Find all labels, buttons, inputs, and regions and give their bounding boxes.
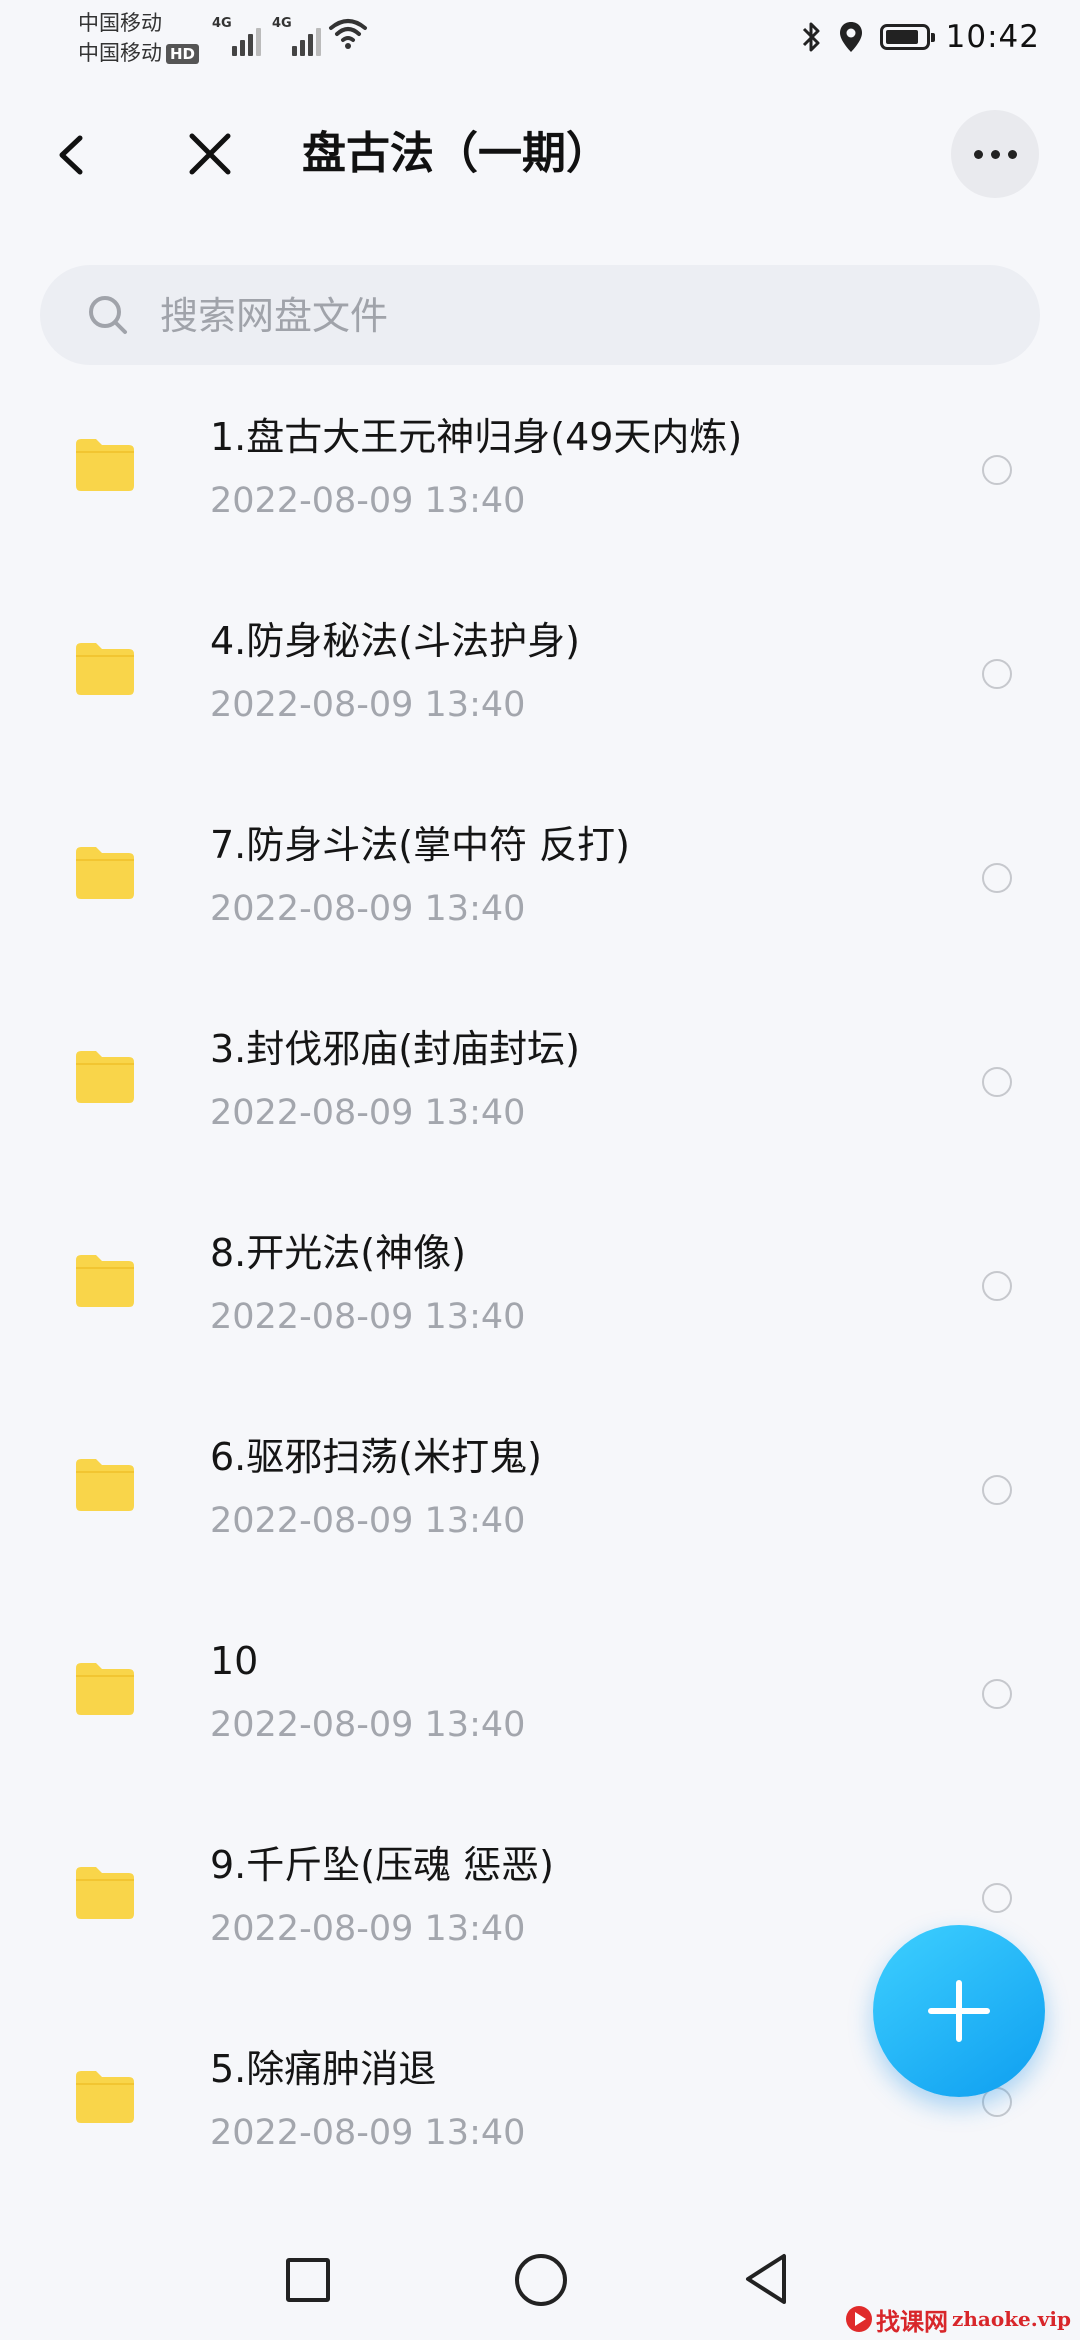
file-date: 2022-08-09 13:40 — [210, 685, 526, 725]
folder-icon — [76, 1867, 134, 1919]
watermark: 找课网 zhaoke.vip — [846, 2302, 1071, 2336]
select-checkbox[interactable] — [982, 1067, 1012, 1097]
page-title: 盘古法（一期） — [302, 128, 610, 179]
folder-icon — [76, 439, 134, 491]
home-button[interactable] — [515, 2254, 567, 2306]
file-name: 5.除痛肿消退 — [210, 2047, 437, 2091]
close-icon[interactable] — [182, 126, 238, 182]
more-dot-icon — [1007, 149, 1017, 159]
file-name: 9.千斤坠(压魂 惩恶) — [210, 1843, 554, 1887]
select-checkbox[interactable] — [982, 1271, 1012, 1301]
select-checkbox[interactable] — [982, 1679, 1012, 1709]
select-checkbox[interactable] — [982, 659, 1012, 689]
file-date: 2022-08-09 13:40 — [210, 889, 526, 929]
back-triangle-icon[interactable] — [742, 2250, 792, 2308]
add-button[interactable] — [873, 1925, 1045, 2097]
search-input[interactable] — [158, 287, 962, 345]
list-item[interactable]: 10 2022-08-09 13:40 — [0, 1586, 1080, 1790]
file-date: 2022-08-09 13:40 — [210, 481, 526, 521]
select-checkbox[interactable] — [982, 455, 1012, 485]
list-item[interactable]: 7.防身斗法(掌中符 反打) 2022-08-09 13:40 — [0, 770, 1080, 974]
file-date: 2022-08-09 13:40 — [210, 1093, 526, 1133]
folder-icon — [76, 1663, 134, 1715]
search-bar[interactable] — [40, 265, 1040, 365]
search-icon — [89, 296, 127, 334]
file-name: 6.驱邪扫荡(米打鬼) — [210, 1435, 542, 1479]
location-icon — [839, 22, 862, 52]
file-name: 7.防身斗法(掌中符 反打) — [210, 823, 630, 867]
signal-icon-2: 4G — [272, 16, 322, 56]
select-checkbox[interactable] — [982, 1475, 1012, 1505]
carrier-2: 中国移动 — [78, 41, 162, 65]
file-date: 2022-08-09 13:40 — [210, 1297, 526, 1337]
recents-button[interactable] — [286, 2258, 330, 2302]
list-item[interactable]: 8.开光法(神像) 2022-08-09 13:40 — [0, 1178, 1080, 1382]
watermark-en: zhaoke.vip — [952, 2307, 1071, 2331]
file-date: 2022-08-09 13:40 — [210, 1909, 526, 1949]
list-item[interactable]: 3.封伐邪庙(封庙封坛) 2022-08-09 13:40 — [0, 974, 1080, 1178]
wifi-icon — [329, 19, 367, 49]
status-right: 10:42 — [800, 12, 1040, 62]
select-checkbox[interactable] — [982, 1883, 1012, 1913]
watermark-cn: 找课网 — [876, 2307, 948, 2336]
more-dot-icon — [973, 149, 983, 159]
list-item[interactable]: 1.盘古大王元神归身(49天内炼) 2022-08-09 13:40 — [0, 362, 1080, 566]
file-name: 8.开光法(神像) — [210, 1231, 466, 1275]
battery-icon — [879, 24, 935, 50]
file-name: 3.封伐邪庙(封庙封坛) — [210, 1027, 580, 1071]
file-date: 2022-08-09 13:40 — [210, 1705, 526, 1745]
file-list: 1.盘古大王元神归身(49天内炼) 2022-08-09 13:40 4.防身秘法(… — [0, 362, 1080, 2198]
watermark-logo-icon — [846, 2306, 872, 2332]
carrier-1: 中国移动 — [78, 11, 162, 35]
clock: 10:42 — [945, 19, 1040, 55]
plus-icon — [928, 1980, 990, 2042]
more-dot-icon — [990, 149, 1000, 159]
folder-icon — [76, 1255, 134, 1307]
file-date: 2022-08-09 13:40 — [210, 2113, 526, 2153]
signal-icon-1: 4G — [212, 16, 262, 56]
select-checkbox[interactable] — [982, 863, 1012, 893]
status-bar: 中国移动 中国移动 HD 4G 4G 10:42 — [0, 0, 1080, 80]
file-name: 4.防身秘法(斗法护身) — [210, 619, 580, 663]
hd-badge: HD — [166, 44, 200, 64]
file-name: 1.盘古大王元神归身(49天内炼) — [210, 415, 743, 459]
folder-icon — [76, 643, 134, 695]
list-item[interactable]: 4.防身秘法(斗法护身) 2022-08-09 13:40 — [0, 566, 1080, 770]
folder-icon — [76, 2071, 134, 2123]
list-item[interactable]: 6.驱邪扫荡(米打鬼) 2022-08-09 13:40 — [0, 1382, 1080, 1586]
bluetooth-icon — [802, 22, 820, 52]
more-options-button[interactable] — [951, 110, 1039, 198]
file-name: 10 — [210, 1639, 259, 1683]
folder-icon — [76, 847, 134, 899]
folder-icon — [76, 1459, 134, 1511]
file-date: 2022-08-09 13:40 — [210, 1501, 526, 1541]
top-app-bar: 盘古法（一期） — [0, 100, 1080, 210]
back-arrow-icon[interactable] — [48, 126, 98, 184]
folder-icon — [76, 1051, 134, 1103]
carrier-info: 中国移动 中国移动 HD — [78, 8, 200, 68]
